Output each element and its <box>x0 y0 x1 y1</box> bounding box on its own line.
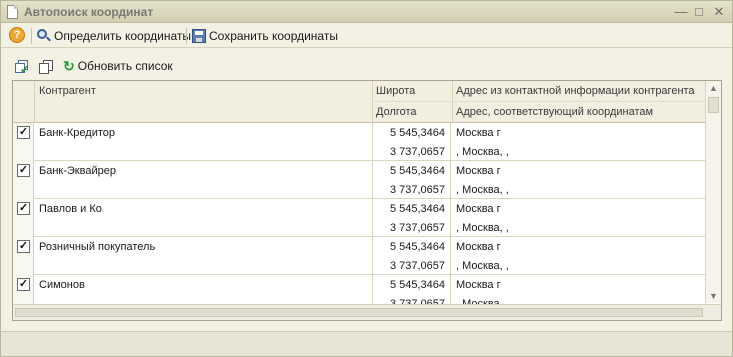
status-bar <box>1 331 732 356</box>
column-header-longitude[interactable]: Долгота <box>372 106 417 118</box>
save-coordinates-button[interactable]: Сохранить координаты <box>192 27 338 45</box>
coord-address: , Москва, , <box>456 146 509 158</box>
horizontal-scroll-thumb[interactable] <box>15 308 703 317</box>
counterparty-name: Симонов <box>39 279 85 291</box>
table-row[interactable]: ✓ Банк-Эквайрер 5 545,3464 3 737,0657 Мо… <box>13 161 705 199</box>
contact-address: Москва г <box>456 279 501 291</box>
refresh-list-label: Обновить список <box>77 59 173 73</box>
scroll-down-icon[interactable]: ▼ <box>706 289 721 303</box>
refresh-icon: ↻ <box>63 58 75 74</box>
row-checkbox[interactable]: ✓ <box>17 164 30 177</box>
document-icon <box>7 5 18 19</box>
longitude-value: 3 737,0657 <box>389 184 445 196</box>
row-checkbox[interactable]: ✓ <box>17 126 30 139</box>
refresh-list-button[interactable]: ↻ Обновить список <box>63 59 173 73</box>
column-header-contact-address[interactable]: Адрес из контактной информации контраген… <box>452 85 695 97</box>
check-all-icon[interactable]: ✓ <box>15 60 30 76</box>
maximize-icon[interactable]: □ <box>691 4 707 20</box>
floppy-disk-icon <box>192 29 206 43</box>
vertical-scrollbar[interactable]: ▲ ▼ <box>705 81 721 303</box>
title-bar: Автопоиск координат — □ ✕ <box>1 1 732 23</box>
row-checkbox[interactable]: ✓ <box>17 278 30 291</box>
scroll-thumb[interactable] <box>708 97 719 113</box>
column-header-latitude[interactable]: Широта <box>372 85 415 97</box>
coord-address: , Москва, , <box>456 184 509 196</box>
contact-address: Москва г <box>456 165 501 177</box>
table-row[interactable]: ✓ Банк-Кредитор 5 545,3464 3 737,0657 Мо… <box>13 123 705 161</box>
coord-address: , Москва, , <box>456 222 509 234</box>
contact-address: Москва г <box>456 203 501 215</box>
find-coordinates-button[interactable]: Определить координаты <box>37 27 191 45</box>
longitude-value: 3 737,0657 <box>389 260 445 272</box>
column-header-counterparty[interactable]: Контрагент <box>35 85 96 97</box>
latitude-value: 5 545,3464 <box>389 127 445 139</box>
table-row[interactable]: ✓ Розничный покупатель 5 545,3464 3 737,… <box>13 237 705 275</box>
contact-address: Москва г <box>456 127 501 139</box>
latitude-value: 5 545,3464 <box>389 241 445 253</box>
help-button[interactable]: ? <box>9 27 25 43</box>
column-header-coord-address[interactable]: Адрес, соответствующий координатам <box>452 106 653 118</box>
contact-address: Москва г <box>456 241 501 253</box>
minimize-icon[interactable]: — <box>673 4 689 20</box>
row-checkbox[interactable]: ✓ <box>17 240 30 253</box>
find-coordinates-label: Определить координаты <box>54 29 191 43</box>
copy-icon[interactable] <box>39 60 54 75</box>
horizontal-scrollbar[interactable] <box>13 304 721 320</box>
latitude-value: 5 545,3464 <box>389 203 445 215</box>
latitude-value: 5 545,3464 <box>389 279 445 291</box>
scroll-up-icon[interactable]: ▲ <box>706 81 721 95</box>
close-icon[interactable]: ✕ <box>711 4 727 20</box>
longitude-value: 3 737,0657 <box>389 222 445 234</box>
row-checkbox[interactable]: ✓ <box>17 202 30 215</box>
table-row[interactable]: ✓ Павлов и Ко 5 545,3464 3 737,0657 Моск… <box>13 199 705 237</box>
toolbar-separator <box>186 28 187 44</box>
list-toolbar: ✓ ↻ Обновить список <box>1 57 732 79</box>
latitude-value: 5 545,3464 <box>389 165 445 177</box>
main-toolbar: ? Определить координаты Сохранить коорди… <box>1 24 732 48</box>
counterparty-name: Павлов и Ко <box>39 203 102 215</box>
table-header: Контрагент Широта Долгота Адрес из конта… <box>13 81 705 123</box>
counterparty-name: Банк-Кредитор <box>39 127 116 139</box>
counterparty-name: Розничный покупатель <box>39 241 156 253</box>
counterparty-table[interactable]: Контрагент Широта Долгота Адрес из конта… <box>12 80 722 321</box>
longitude-value: 3 737,0657 <box>389 146 445 158</box>
coord-address: , Москва, , <box>456 260 509 272</box>
magnifier-icon <box>37 29 51 43</box>
counterparty-name: Банк-Эквайрер <box>39 165 116 177</box>
save-coordinates-label: Сохранить координаты <box>209 29 338 43</box>
window-title: Автопоиск координат <box>24 5 154 19</box>
coordinate-search-window: Автопоиск координат — □ ✕ ? Определить к… <box>0 0 733 357</box>
toolbar-separator <box>31 28 32 44</box>
